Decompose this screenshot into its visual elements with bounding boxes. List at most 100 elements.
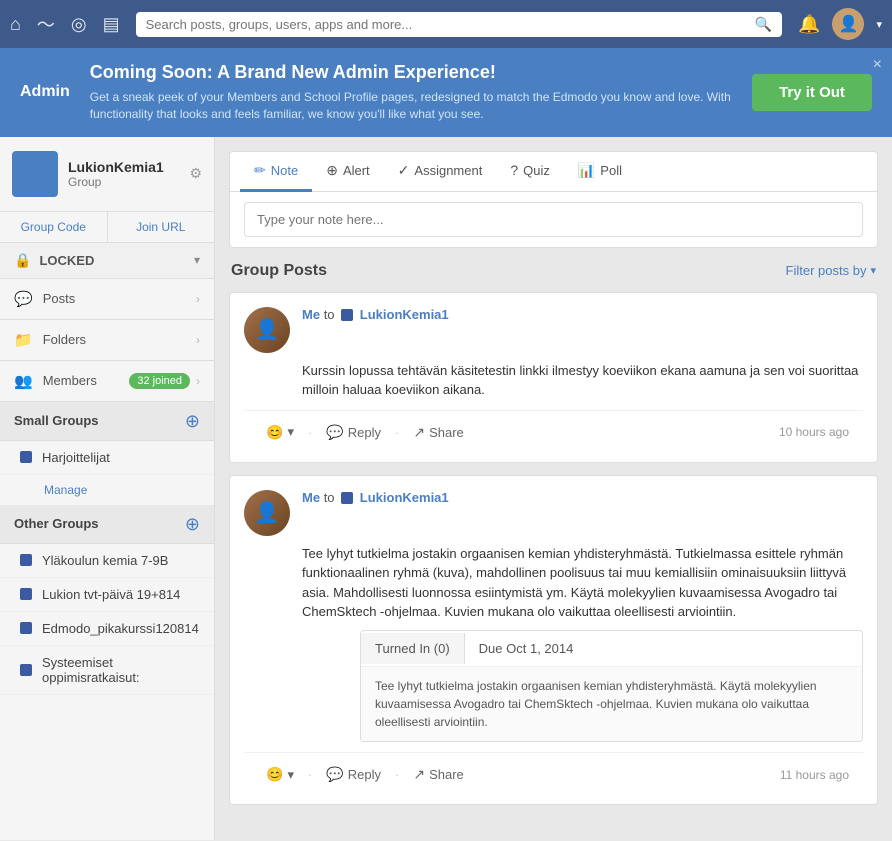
sidebar-item-posts[interactable]: 💬 Posts › — [0, 279, 214, 320]
discover-icon[interactable]: ◎ — [71, 14, 87, 35]
post-header: 👤 Me to LukionKemia1 — [244, 307, 863, 353]
locked-item[interactable]: 🔒 LOCKED ▾ — [0, 243, 214, 279]
small-groups-label: Small Groups — [14, 413, 99, 428]
composer-tabs: ✏ Note ⊕ Alert ✓ Assignment ? Quiz 📊 — [230, 152, 877, 192]
sidebar-item-harjoittelijat[interactable]: Harjoittelijat — [0, 441, 214, 475]
posts-icon: 💬 — [14, 290, 33, 308]
assignment-tab-icon: ✓ — [398, 162, 410, 179]
reply-button[interactable]: 💬 Reply — [318, 421, 389, 444]
list-item[interactable]: Edmodo_pikakurssi120814 — [0, 612, 214, 646]
group-info: LukionKemia1 Group — [68, 159, 189, 189]
assignment-header-row: Turned In (0) Due Oct 1, 2014 — [361, 631, 862, 667]
post-group-link[interactable]: LukionKemia1 — [360, 307, 449, 322]
members-arrow: › — [196, 374, 200, 388]
group-link-label: Yläkoulun kemia 7-9B — [42, 553, 168, 568]
content-area: ✏ Note ⊕ Alert ✓ Assignment ? Quiz 📊 — [215, 137, 892, 840]
composer-input-area — [230, 192, 877, 247]
note-input[interactable] — [244, 202, 863, 237]
tab-alert[interactable]: ⊕ Alert — [312, 152, 383, 192]
assignment-box: Turned In (0) Due Oct 1, 2014 Tee lyhyt … — [360, 630, 863, 743]
post-card: 👤 Me to LukionKemia1 Tee lyhyt tutkielma… — [229, 475, 878, 806]
filter-posts-button[interactable]: Filter posts by ▾ — [786, 263, 876, 278]
assignment-description: Tee lyhyt tutkielma jostakin orgaanisen … — [361, 666, 862, 741]
nav-right-icons: 🔔 👤 ▾ — [798, 8, 882, 40]
post-meta: Me to LukionKemia1 — [302, 490, 863, 509]
main-layout: LukionKemia1 Group ⚙ Group Code Join URL… — [0, 137, 892, 840]
settings-icon[interactable]: ⚙ — [189, 165, 202, 182]
sidebar-item-members[interactable]: 👥 Members 32 joined › — [0, 361, 214, 402]
group-dot — [20, 588, 32, 600]
separator: · — [395, 767, 399, 782]
share-icon: ↗ — [413, 424, 425, 441]
group-type: Group — [68, 175, 189, 189]
due-date: Due Oct 1, 2014 — [465, 631, 588, 667]
members-label: Members — [43, 373, 130, 388]
banner-close-button[interactable]: × — [873, 56, 882, 74]
post-time: 11 hours ago — [780, 768, 849, 782]
post-author-link[interactable]: Me — [302, 490, 320, 505]
group-square-icon — [341, 309, 353, 321]
share-button[interactable]: ↗ Share — [405, 763, 471, 786]
group-name: LukionKemia1 — [68, 159, 189, 175]
library-icon[interactable]: ▤ — [103, 14, 120, 35]
post-author-link[interactable]: Me — [302, 307, 320, 322]
post-card: 👤 Me to LukionKemia1 Kurssin lopussa teh… — [229, 292, 878, 463]
avatar-image: 👤 — [244, 490, 290, 536]
sidebar-item-folders[interactable]: 📁 Folders › — [0, 320, 214, 361]
tab-assignment[interactable]: ✓ Assignment — [384, 152, 497, 192]
reaction-button[interactable]: 😊 ▾ — [258, 763, 302, 786]
reaction-button[interactable]: 😊 ▾ — [258, 421, 302, 444]
lock-icon: 🔒 — [14, 252, 31, 269]
quiz-tab-icon: ? — [510, 162, 518, 178]
manage-link[interactable]: Manage — [0, 475, 214, 505]
post-group-link[interactable]: LukionKemia1 — [360, 490, 449, 505]
banner-admin-label: Admin — [20, 83, 70, 101]
add-other-group-button[interactable]: ⊕ — [185, 515, 200, 533]
avatar[interactable]: 👤 — [832, 8, 864, 40]
add-small-group-button[interactable]: ⊕ — [185, 412, 200, 430]
try-it-out-button[interactable]: Try it Out — [752, 74, 872, 111]
list-item[interactable]: Systeemiset oppimisratkaisut: — [0, 646, 214, 695]
reaction-icon: 😊 — [266, 766, 283, 783]
activity-icon[interactable]: 〜 — [37, 11, 55, 37]
tab-poll[interactable]: 📊 Poll — [564, 152, 636, 192]
avatar-dropdown-arrow[interactable]: ▾ — [876, 18, 882, 31]
post-footer: 😊 ▾ · 💬 Reply · ↗ Share 10 hours ago — [244, 410, 863, 448]
post-actions: 😊 ▾ · 💬 Reply · ↗ Share — [258, 421, 472, 444]
group-square-icon — [341, 492, 353, 504]
filter-posts-label: Filter posts by — [786, 263, 867, 278]
tab-note[interactable]: ✏ Note — [240, 152, 312, 192]
group-posts-title: Group Posts — [231, 262, 327, 280]
tab-join-url[interactable]: Join URL — [108, 212, 215, 242]
poll-tab-label: Poll — [600, 163, 622, 178]
search-input[interactable] — [146, 17, 755, 32]
share-label: Share — [429, 425, 464, 440]
list-item[interactable]: Yläkoulun kemia 7-9B — [0, 544, 214, 578]
reaction-arrow: ▾ — [287, 767, 294, 783]
group-tabs: Group Code Join URL — [0, 212, 214, 243]
note-tab-label: Note — [271, 163, 298, 178]
folders-icon: 📁 — [14, 331, 33, 349]
post-avatar: 👤 — [244, 307, 290, 353]
reply-button[interactable]: 💬 Reply — [318, 763, 389, 786]
share-icon: ↗ — [413, 766, 425, 783]
members-badge: 32 joined — [129, 373, 190, 389]
share-button[interactable]: ↗ Share — [405, 421, 471, 444]
posts-label: Posts — [43, 291, 196, 306]
other-groups-section: Other Groups ⊕ — [0, 505, 214, 544]
small-groups-section: Small Groups ⊕ — [0, 402, 214, 441]
group-dot — [20, 622, 32, 634]
post-author: Me to LukionKemia1 — [302, 307, 863, 322]
group-header: LukionKemia1 Group ⚙ — [0, 137, 214, 212]
turned-in-button[interactable]: Turned In (0) — [361, 633, 465, 664]
post-actions: 😊 ▾ · 💬 Reply · ↗ Share — [258, 763, 472, 786]
reply-label: Reply — [348, 767, 381, 782]
list-item[interactable]: Lukion tvt-päivä 19+814 — [0, 578, 214, 612]
admin-label: Admin — [20, 83, 70, 101]
bell-icon[interactable]: 🔔 — [798, 14, 820, 35]
group-avatar — [12, 151, 58, 197]
post-body: Kurssin lopussa tehtävän käsitetestin li… — [244, 361, 863, 400]
tab-quiz[interactable]: ? Quiz — [496, 152, 564, 192]
tab-group-code[interactable]: Group Code — [0, 212, 108, 242]
home-icon[interactable]: ⌂ — [10, 14, 21, 35]
